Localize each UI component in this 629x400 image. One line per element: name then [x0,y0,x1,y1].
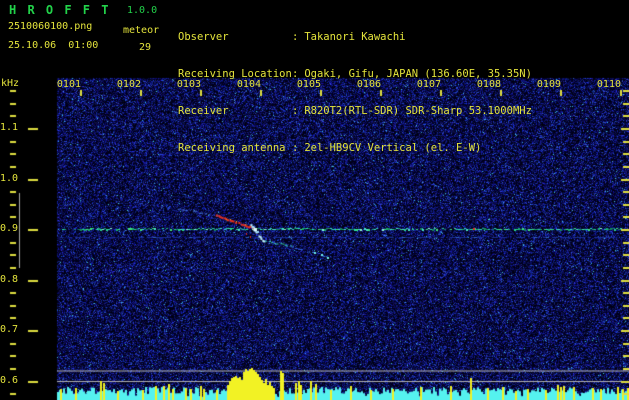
time-label-0102: 0102 [116,79,141,90]
station-info: Observer: Takanori Kawachi Receiving Loca… [178,6,532,180]
info-value: R820T2(RTL-SDR) SDR-Sharp 53.1000MHz [304,105,532,118]
freq-label-0.7: 0.7 [0,324,19,335]
time-label-0101: 0101 [56,79,81,90]
freq-label-1.0: 1.0 [0,172,19,184]
info-separator: : [292,30,299,43]
info-label: Receiver [178,105,229,118]
freq-label-1.1: 1.1 [0,122,19,133]
time-label-0105: 0105 [296,79,321,90]
time-label-0108: 0108 [476,79,501,90]
time-label-0109: 0109 [536,79,561,90]
info-row-antenna: Receiving antenna:2el-HB9CV Vertical (el… [178,142,532,154]
app-title: H R O F F T [9,3,111,17]
app-version: 1.0.0 [127,5,158,16]
info-value: Takanori Kawachi [304,30,406,43]
freq-axis-unit: kHz [1,78,20,89]
time-label-0103: 0103 [176,79,201,90]
freq-label-0.6: 0.6 [0,374,19,386]
info-label: Observer [178,30,229,43]
hrofft-screen: H R O F F T 1.0.0 2510060100.png meteor … [0,0,629,400]
output-filename: 2510060100.png [8,21,93,32]
time-label-0106: 0106 [356,79,381,90]
time-label-0104: 0104 [236,79,261,90]
mode-label: meteor [123,25,160,36]
freq-label-0.8: 0.8 [0,273,19,285]
info-value: 2el-HB9CV Vertical (el. E-W) [304,142,482,155]
info-separator: : [292,105,299,118]
info-separator: : [292,142,299,155]
date-time: 25.10.06 01:00 [8,40,99,51]
info-row-observer: Observer: Takanori Kawachi [178,31,532,43]
time-label-0107: 0107 [416,79,441,90]
freq-label-0.9: 0.9 [0,223,19,234]
info-label: Receiving antenna [178,142,286,155]
meteor-count: 29 [139,42,152,53]
info-row-receiver: Receiver R820T2(RTL-SDR) SDR-Sharp 53.100… [178,105,532,117]
time-label-0110: 0110 [596,79,621,90]
